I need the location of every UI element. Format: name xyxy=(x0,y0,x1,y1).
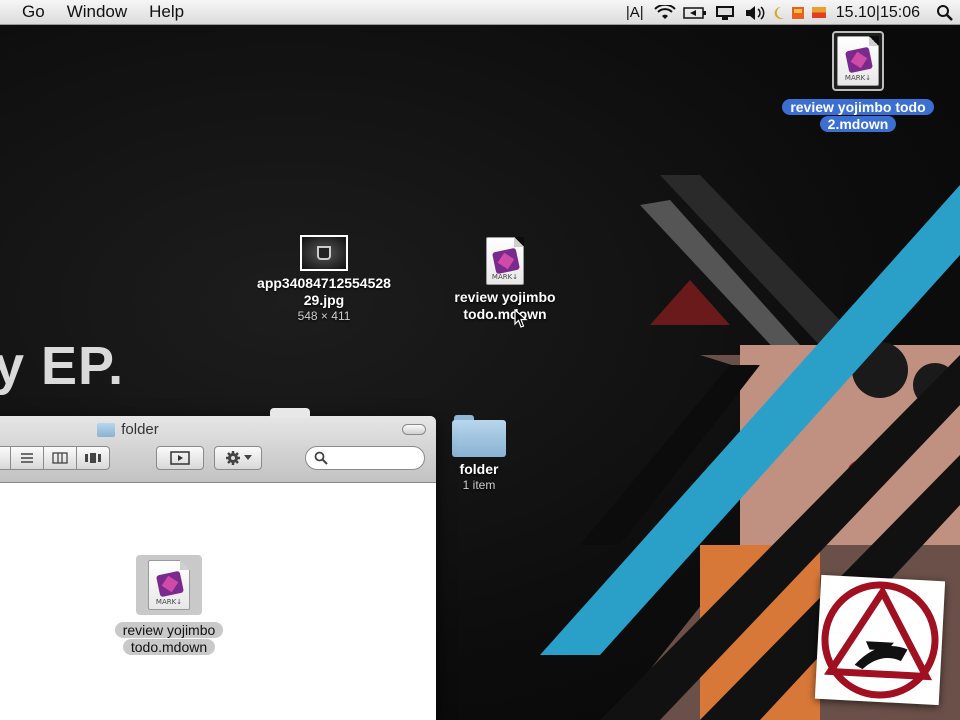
icon-label: review yojimbo todo.mdown xyxy=(454,289,556,322)
icon-label: review yojimbo todo 2.mdown xyxy=(768,99,948,133)
notes-icon[interactable] xyxy=(788,0,808,25)
markdown-file-icon: MARK↓ xyxy=(486,237,524,285)
window-title: folder xyxy=(0,421,436,438)
menu-bar: Go Window Help |A| 15.10|15:06 xyxy=(0,0,960,25)
search-field[interactable] xyxy=(305,446,425,470)
image-dimensions: 548 × 411 xyxy=(297,309,351,323)
battery-icon[interactable] xyxy=(680,0,710,25)
input-menu[interactable]: |A| xyxy=(620,0,650,25)
folder-item-count: 1 item xyxy=(462,478,496,492)
wallpaper-text: y EP. xyxy=(0,336,125,396)
desktop-icon-jpg[interactable]: app34084712554528 29.jpg 548 × 411 xyxy=(236,235,412,323)
list-view-button[interactable] xyxy=(11,446,44,470)
cover-flow-button[interactable] xyxy=(77,446,110,470)
quick-look-button[interactable] xyxy=(156,446,204,470)
folder-icon xyxy=(97,422,116,437)
volume-icon[interactable] xyxy=(740,0,770,25)
display-icon[interactable] xyxy=(710,0,740,25)
finder-window[interactable]: folder MARK↓ review yojimbo todo.mdown xyxy=(0,416,436,720)
search-icon xyxy=(314,451,328,465)
image-thumbnail-icon xyxy=(300,235,348,271)
finder-toolbar: folder xyxy=(0,416,436,483)
icon-label: app34084712554528 29.jpg xyxy=(257,275,391,308)
flag-icon[interactable] xyxy=(808,0,830,25)
quick-look-group xyxy=(156,446,204,470)
channel-logo xyxy=(814,574,946,706)
chevron-down-icon xyxy=(243,455,252,460)
folder-tab-fragment xyxy=(270,408,310,418)
toolbar-toggle-button[interactable] xyxy=(402,424,426,435)
spotlight-search-icon[interactable] xyxy=(930,0,960,25)
menu-help[interactable]: Help xyxy=(138,2,195,22)
desktop-icon-review-yojimbo-todo[interactable]: MARK↓ review yojimbo todo.mdown xyxy=(440,237,570,323)
mouse-pointer-icon xyxy=(514,309,528,328)
view-mode-selector xyxy=(0,446,110,470)
selection-highlight: MARK↓ xyxy=(832,31,884,91)
column-view-button[interactable] xyxy=(44,446,77,470)
action-menu-button[interactable] xyxy=(214,446,262,470)
folder-icon xyxy=(452,415,506,457)
moon-icon[interactable] xyxy=(770,0,788,25)
wifi-icon[interactable] xyxy=(650,0,680,25)
finder-content[interactable]: MARK↓ review yojimbo todo.mdown xyxy=(0,483,436,720)
action-group xyxy=(214,446,262,470)
icon-view-button[interactable] xyxy=(0,446,11,470)
desktop-icon-review-yojimbo-todo-2[interactable]: MARK↓ review yojimbo todo 2.mdown xyxy=(768,31,948,133)
status-menus: |A| 15.10|15:06 xyxy=(620,0,960,25)
icon-label: folder xyxy=(459,461,499,477)
markdown-file-icon: MARK↓ xyxy=(837,36,879,86)
markdown-file-icon: MARK↓ xyxy=(148,560,190,610)
finder-item-review-yojimbo-todo[interactable]: MARK↓ review yojimbo todo.mdown xyxy=(94,555,244,656)
menu-window[interactable]: Window xyxy=(56,2,138,22)
gear-icon xyxy=(225,451,240,465)
selection-highlight: MARK↓ xyxy=(136,555,202,615)
desktop-icon-folder[interactable]: folder 1 item xyxy=(439,415,519,492)
menu-go[interactable]: Go xyxy=(0,2,56,22)
icon-label: review yojimbo todo.mdown xyxy=(94,622,244,656)
clock[interactable]: 15.10|15:06 xyxy=(830,4,930,22)
